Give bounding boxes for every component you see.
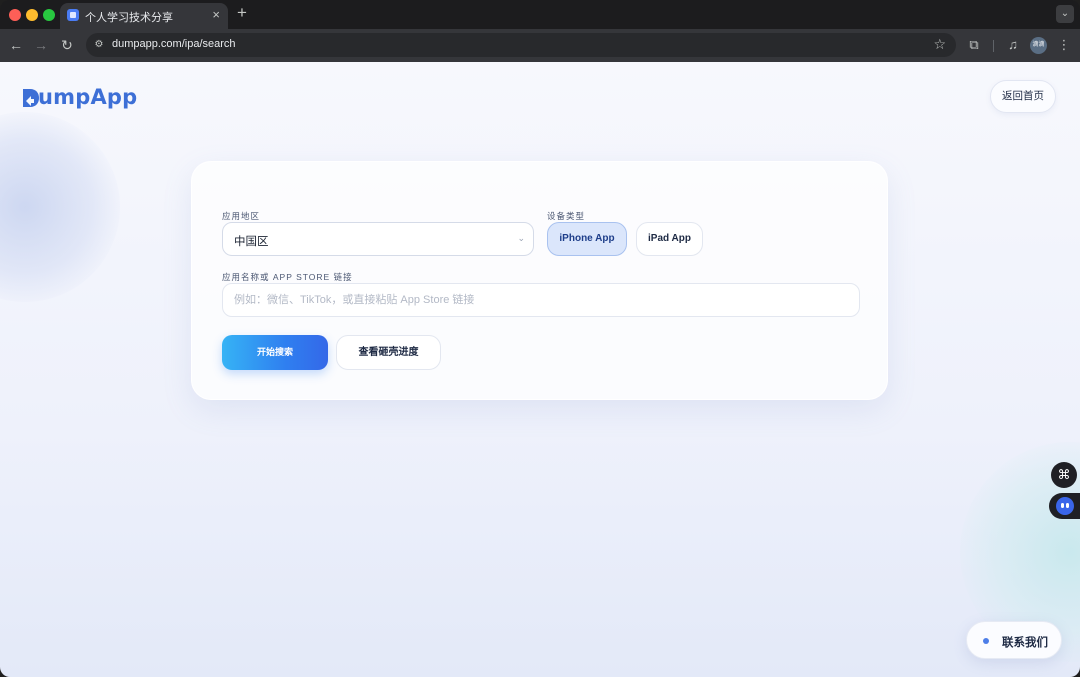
kebab-icon[interactable]: ⋮ bbox=[1055, 36, 1073, 54]
region-selected-value: 中国区 bbox=[234, 236, 269, 248]
toolbar-divider bbox=[993, 40, 994, 52]
new-tab-button[interactable]: + bbox=[234, 3, 250, 23]
chevron-down-icon: ⌄ bbox=[517, 233, 525, 243]
puzzle-icon[interactable]: ⧉ bbox=[965, 36, 983, 54]
url-text[interactable]: dumpapp.com/ipa/search bbox=[112, 38, 236, 50]
tab-search-chevron-icon[interactable]: ⌄ bbox=[1056, 5, 1074, 23]
browser-chrome: 个人学习技术分享 × + ⌄ ← → ↻ ⚙ dumpapp.com/ipa/s… bbox=[0, 0, 1080, 62]
page-body: umpApp 返回首页 应用地区 中国区 ⌄ 设备类型 iPhone App i… bbox=[0, 62, 1080, 677]
contact-us-button[interactable]: 联系我们 bbox=[966, 621, 1062, 659]
search-card: 应用地区 中国区 ⌄ 设备类型 iPhone App iPad App 应用名称… bbox=[191, 161, 888, 400]
status-dot bbox=[983, 638, 989, 644]
reload-icon[interactable]: ↻ bbox=[58, 36, 76, 54]
assistant-bot-button[interactable] bbox=[1049, 493, 1080, 519]
tab-title: 个人学习技术分享 bbox=[85, 12, 173, 24]
favicon-icon bbox=[67, 9, 79, 21]
tab-close-icon[interactable]: × bbox=[212, 7, 220, 23]
app-name-label: 应用名称或 APP STORE 链接 bbox=[222, 272, 353, 282]
site-logo[interactable]: umpApp bbox=[22, 83, 137, 111]
profile-avatar[interactable]: 滴滴 bbox=[1030, 37, 1047, 54]
arrow-left-icon[interactable]: ← bbox=[7, 36, 25, 54]
browser-tab-active[interactable]: 个人学习技术分享 × bbox=[60, 3, 228, 29]
minimize-window-button[interactable] bbox=[26, 9, 38, 21]
start-search-button[interactable]: 开始搜索 bbox=[222, 335, 328, 370]
site-info-icon[interactable]: ⚙ bbox=[92, 38, 106, 52]
contact-us-label: 联系我们 bbox=[1002, 637, 1048, 649]
bot-icon bbox=[1056, 497, 1074, 515]
media-control-icon[interactable]: ♫ bbox=[1004, 36, 1022, 54]
app-name-input[interactable] bbox=[222, 283, 860, 317]
device-type-label: 设备类型 bbox=[547, 211, 586, 221]
device-option-ipad[interactable]: iPad App bbox=[636, 222, 703, 256]
decorative-blob-left bbox=[0, 112, 120, 302]
close-window-button[interactable] bbox=[9, 9, 21, 21]
maximize-window-button[interactable] bbox=[43, 9, 55, 21]
browser-toolbar: ← → ↻ ⚙ dumpapp.com/ipa/search ☆ ⧉ ♫ 滴滴 … bbox=[0, 29, 1080, 62]
grid-icon[interactable]: ⌘ bbox=[1051, 462, 1077, 488]
logo-text: umpApp bbox=[38, 85, 138, 109]
device-option-iphone[interactable]: iPhone App bbox=[547, 222, 627, 256]
logo-d-mark-icon bbox=[22, 87, 39, 107]
star-icon[interactable]: ☆ bbox=[933, 36, 946, 53]
view-progress-button[interactable]: 查看砸壳进度 bbox=[336, 335, 441, 370]
region-label: 应用地区 bbox=[222, 211, 261, 221]
region-select[interactable]: 中国区 ⌄ bbox=[222, 222, 534, 256]
tab-strip: 个人学习技术分享 × + ⌄ bbox=[0, 0, 1080, 29]
address-bar[interactable]: ⚙ dumpapp.com/ipa/search ☆ bbox=[86, 33, 956, 57]
arrow-right-icon[interactable]: → bbox=[32, 36, 50, 54]
back-home-button[interactable]: 返回首页 bbox=[990, 80, 1056, 113]
